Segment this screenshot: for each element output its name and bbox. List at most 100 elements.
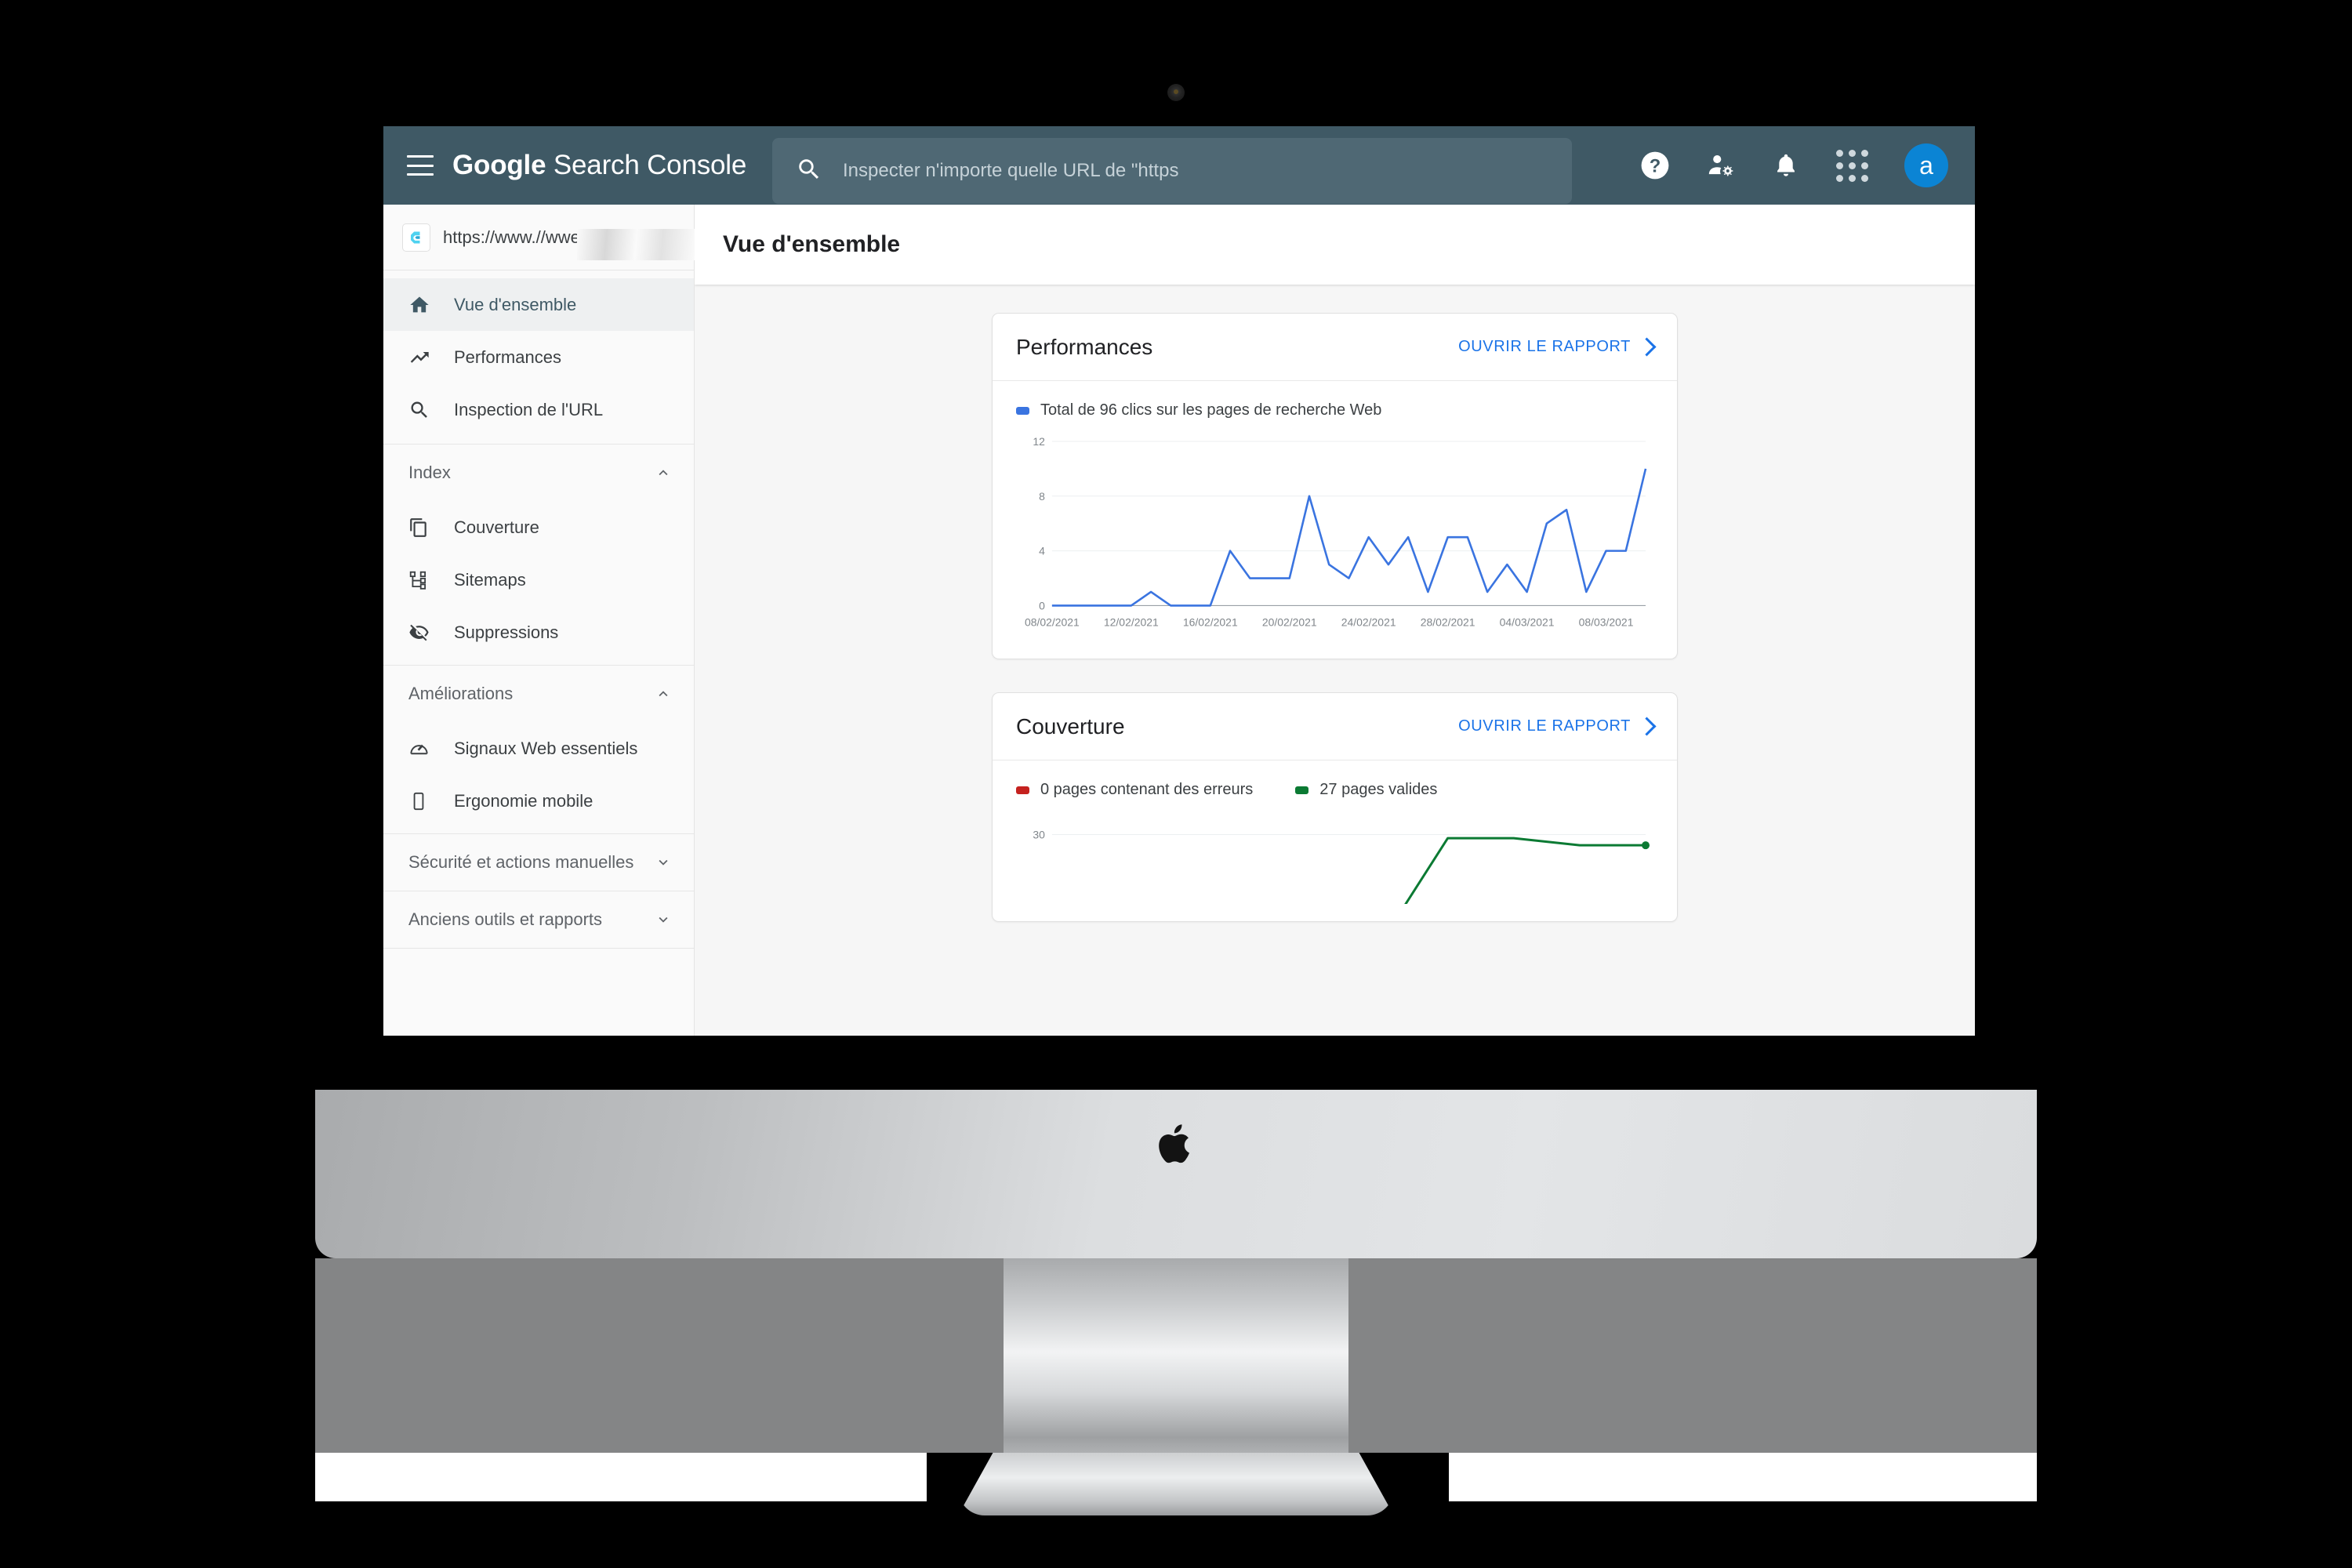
svg-text:0: 0 xyxy=(1039,599,1045,612)
svg-text:8: 8 xyxy=(1039,490,1045,503)
sidebar-item-couverture[interactable]: Couverture xyxy=(383,501,694,554)
sidebar-item-vue-densemble[interactable]: Vue d'ensemble xyxy=(383,278,694,331)
svg-text:12: 12 xyxy=(1033,435,1045,448)
search-icon xyxy=(408,399,432,421)
coverage-card-body: 0 pages contenant des erreurs 27 pages v… xyxy=(993,760,1677,921)
hamburger-menu-icon[interactable] xyxy=(407,155,434,176)
performance-card-title: Performances xyxy=(1016,334,1153,359)
sidebar-section-anciens-outils: Anciens outils et rapports xyxy=(383,891,694,949)
sidebar-section-title: Sécurité et actions manuelles xyxy=(408,852,634,872)
sidebar-section-title: Index xyxy=(408,463,451,482)
svg-text:08/03/2021: 08/03/2021 xyxy=(1579,615,1634,628)
svg-text:12/02/2021: 12/02/2021 xyxy=(1104,615,1159,628)
help-icon[interactable]: ? xyxy=(1640,151,1670,180)
sidebar-item-label: Couverture xyxy=(454,517,539,537)
brand-google: Google xyxy=(452,150,546,180)
coverage-chart[interactable]: 30 xyxy=(1016,810,1653,904)
coverage-open-report-link[interactable]: OUVRIR LE RAPPORT xyxy=(1458,717,1657,736)
account-settings-icon[interactable] xyxy=(1706,151,1736,180)
coverage-legend: 0 pages contenant des erreurs 27 pages v… xyxy=(1016,781,1653,799)
sitemap-icon xyxy=(408,570,432,590)
performance-legend: Total de 96 clics sur les pages de reche… xyxy=(1016,401,1653,419)
chevron-up-icon[interactable] xyxy=(655,685,672,702)
property-logo-icon xyxy=(402,223,430,252)
sidebar-item-label: Sitemaps xyxy=(454,569,526,590)
app-bar-actions: ? a xyxy=(1640,126,1948,205)
svg-text:16/02/2021: 16/02/2021 xyxy=(1183,615,1238,628)
legend-item-valides[interactable]: 27 pages valides xyxy=(1295,781,1437,799)
imac-chin xyxy=(315,1090,2037,1258)
screenshot-stage: Google Search Console ? a https://www.//… xyxy=(0,0,2352,1568)
imac-background-right xyxy=(1348,1258,2037,1453)
avatar[interactable]: a xyxy=(1904,143,1948,187)
sidebar-section-title: Améliorations xyxy=(408,684,514,703)
content-scroll-area[interactable]: Performances OUVRIR LE RAPPORT Total de … xyxy=(695,285,1975,1036)
svg-text:28/02/2021: 28/02/2021 xyxy=(1421,615,1475,628)
sidebar-section-ameliorations: Améliorations Signaux Web essentiels Erg… xyxy=(383,666,694,834)
coverage-card-title: Couverture xyxy=(1016,713,1125,739)
svg-text:4: 4 xyxy=(1039,545,1045,557)
app-body: https://www.//wwe Vue d'ensemble Perform… xyxy=(383,205,1975,1036)
sidebar-item-ergonomie-mobile[interactable]: Ergonomie mobile xyxy=(383,775,694,827)
chevron-up-icon[interactable] xyxy=(655,464,672,481)
svg-text:04/03/2021: 04/03/2021 xyxy=(1500,615,1555,628)
sidebar-section-header-securite[interactable]: Sécurité et actions manuelles xyxy=(383,834,694,891)
legend-label: 27 pages valides xyxy=(1319,781,1438,799)
svg-text:24/02/2021: 24/02/2021 xyxy=(1341,615,1396,628)
legend-label: 0 pages contenant des erreurs xyxy=(1040,781,1254,799)
property-selector[interactable]: https://www.//wwe xyxy=(383,205,694,270)
legend-item-erreurs[interactable]: 0 pages contenant des erreurs xyxy=(1016,781,1253,799)
chevron-down-icon[interactable] xyxy=(655,854,672,871)
bell-icon[interactable] xyxy=(1772,151,1800,180)
sidebar-item-label: Ergonomie mobile xyxy=(454,790,593,811)
chevron-right-icon xyxy=(1637,717,1657,736)
imac-webcam xyxy=(1167,84,1185,101)
open-report-label: OUVRIR LE RAPPORT xyxy=(1458,717,1631,735)
coverage-card-header: Couverture OUVRIR LE RAPPORT xyxy=(993,693,1677,761)
sidebar-section-securite: Sécurité et actions manuelles xyxy=(383,834,694,891)
legend-item-clics[interactable]: Total de 96 clics sur les pages de reche… xyxy=(1016,401,1381,419)
sidebar-item-suppressions[interactable]: Suppressions xyxy=(383,606,694,659)
open-report-label: OUVRIR LE RAPPORT xyxy=(1458,338,1631,355)
apps-grid-icon[interactable] xyxy=(1836,149,1868,182)
trending-up-icon xyxy=(408,347,432,368)
mobile-icon xyxy=(408,791,432,811)
sidebar-section-header-ameliorations[interactable]: Améliorations xyxy=(383,666,694,722)
url-inspection-search-box[interactable] xyxy=(772,138,1572,204)
sidebar: https://www.//wwe Vue d'ensemble Perform… xyxy=(383,205,695,1036)
performance-card-header: Performances OUVRIR LE RAPPORT xyxy=(993,314,1677,381)
app-brand-title: Google Search Console xyxy=(452,150,746,181)
search-input[interactable] xyxy=(843,160,1548,182)
coverage-chart-svg: 30 xyxy=(1033,829,1650,904)
browser-viewport: Google Search Console ? a https://www.//… xyxy=(383,126,1975,1036)
sidebar-section-header-index[interactable]: Index xyxy=(383,445,694,501)
speedometer-icon xyxy=(408,738,432,759)
property-url: https://www.//wwe xyxy=(443,227,580,247)
brand-search-console: Search Console xyxy=(553,150,747,180)
sidebar-item-performances[interactable]: Performances xyxy=(383,331,694,383)
apple-logo-icon xyxy=(1159,1124,1189,1163)
page-header: Vue d'ensemble xyxy=(695,205,1975,285)
imac-background-left xyxy=(315,1258,1004,1453)
legend-swatch-valides xyxy=(1295,786,1309,794)
performance-card: Performances OUVRIR LE RAPPORT Total de … xyxy=(992,313,1678,660)
main-content: Vue d'ensemble Performances OUVRIR LE RA… xyxy=(695,205,1975,1036)
sidebar-section-title: Anciens outils et rapports xyxy=(408,909,603,929)
performance-open-report-link[interactable]: OUVRIR LE RAPPORT xyxy=(1458,337,1657,357)
chevron-down-icon[interactable] xyxy=(666,233,681,241)
svg-text:20/02/2021: 20/02/2021 xyxy=(1262,615,1317,628)
eye-off-icon xyxy=(408,622,432,643)
svg-text:30: 30 xyxy=(1033,829,1045,841)
sidebar-item-signaux-web-essentiels[interactable]: Signaux Web essentiels xyxy=(383,722,694,775)
performance-chart[interactable]: 0 4 8 12 08/02/2021 12/02/2021 16/02/2021 20/02… xyxy=(1016,430,1653,641)
sidebar-section-header-anciens-outils[interactable]: Anciens outils et rapports xyxy=(383,891,694,948)
legend-label: Total de 96 clics sur les pages de reche… xyxy=(1040,401,1382,419)
sidebar-item-inspection-de-lurl[interactable]: Inspection de l'URL xyxy=(383,383,694,436)
chevron-down-icon[interactable] xyxy=(655,911,672,928)
svg-text:?: ? xyxy=(1650,156,1661,177)
desk-surface-right xyxy=(1449,1453,2037,1501)
chevron-right-icon xyxy=(1637,337,1657,357)
sidebar-item-sitemaps[interactable]: Sitemaps xyxy=(383,554,694,606)
legend-swatch-erreurs xyxy=(1016,786,1029,794)
pages-copy-icon xyxy=(408,517,432,538)
